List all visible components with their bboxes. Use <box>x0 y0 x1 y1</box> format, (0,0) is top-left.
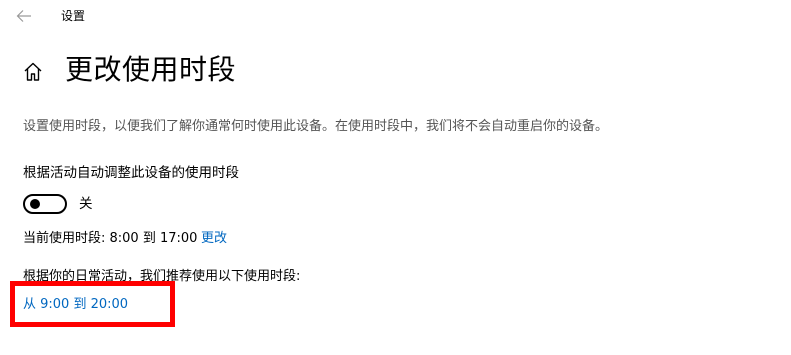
auto-adjust-toggle[interactable] <box>23 194 67 214</box>
back-arrow-icon <box>16 10 31 22</box>
current-active-hours: 当前使用时段: 8:00 到 17:00 <box>23 231 198 246</box>
toggle-knob <box>30 199 40 209</box>
recommended-hours-link[interactable]: 从 9:00 到 20:00 <box>23 296 128 314</box>
home-icon <box>24 62 42 81</box>
title-bar: 设置 <box>0 0 791 32</box>
page-description: 设置使用时段，以便我们了解你通常何时使用此设备。在使用时段中，我们将不会自动重启… <box>23 119 609 134</box>
app-title: 设置 <box>61 9 86 23</box>
toggle-state-label: 关 <box>79 196 93 212</box>
auto-adjust-label: 根据活动自动调整此设备的使用时段 <box>23 165 239 181</box>
home-button[interactable] <box>21 60 45 84</box>
change-active-hours-link[interactable]: 更改 <box>201 230 227 248</box>
back-button[interactable] <box>12 5 36 27</box>
page-title: 更改使用时段 <box>65 53 237 86</box>
